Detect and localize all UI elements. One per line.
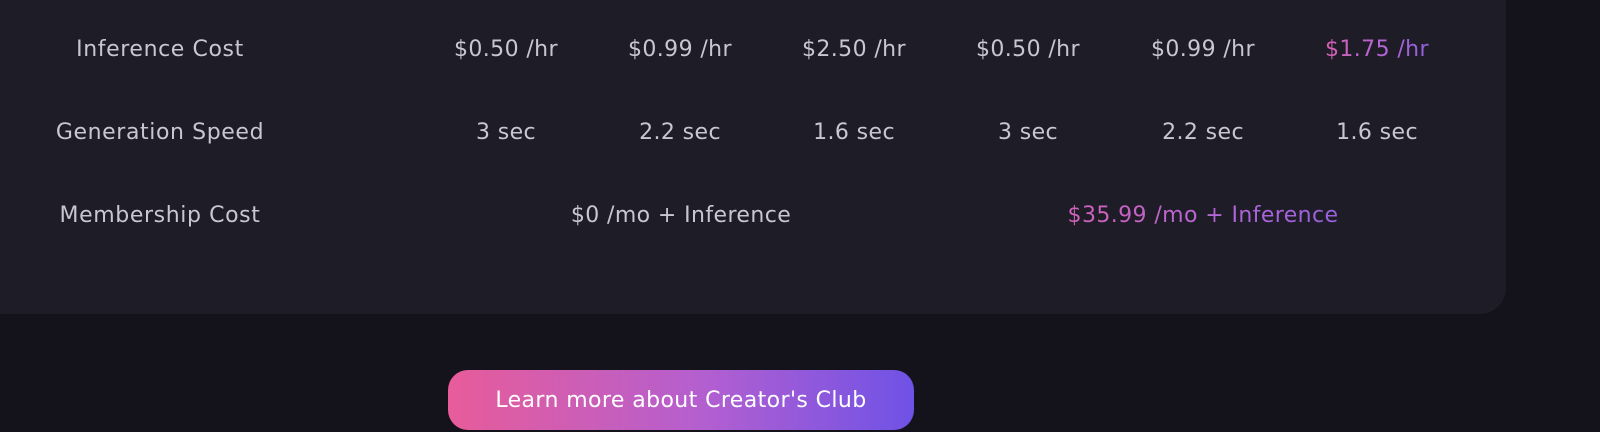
cell-inference-cost-4: $0.50 /hr <box>976 37 1080 62</box>
cell-generation-speed-5: 2.2 sec <box>1162 120 1244 145</box>
cell-inference-cost-5: $0.99 /hr <box>1151 37 1255 62</box>
cell-generation-speed-1: 3 sec <box>475 120 537 145</box>
cell-inference-cost-3: $2.50 /hr <box>802 37 906 62</box>
row-label-membership-cost: Membership Cost <box>59 203 261 228</box>
learn-more-creators-club-button[interactable]: Learn more about Creator's Club <box>448 370 914 430</box>
row-label-generation-speed: Generation Speed <box>55 120 265 145</box>
cell-generation-speed-2: 2.2 sec <box>639 120 721 145</box>
cell-membership-cost-club: $35.99 /mo + Inference <box>943 203 1463 228</box>
cell-inference-cost-6: $1.75 /hr <box>1292 37 1462 62</box>
row-label-inference-cost: Inference Cost <box>76 37 244 62</box>
cell-generation-speed-4: 3 sec <box>997 120 1059 145</box>
cell-membership-cost-free: $0 /mo + Inference <box>570 203 792 228</box>
cell-inference-cost-2: $0.99 /hr <box>628 37 732 62</box>
cell-generation-speed-6: 1.6 sec <box>1336 120 1418 145</box>
cell-inference-cost-1: $0.50 /hr <box>454 37 558 62</box>
cell-generation-speed-3: 1.6 sec <box>813 120 895 145</box>
pricing-comparison-panel: Inference Cost $0.50 /hr $0.99 /hr $2.50… <box>0 0 1506 314</box>
